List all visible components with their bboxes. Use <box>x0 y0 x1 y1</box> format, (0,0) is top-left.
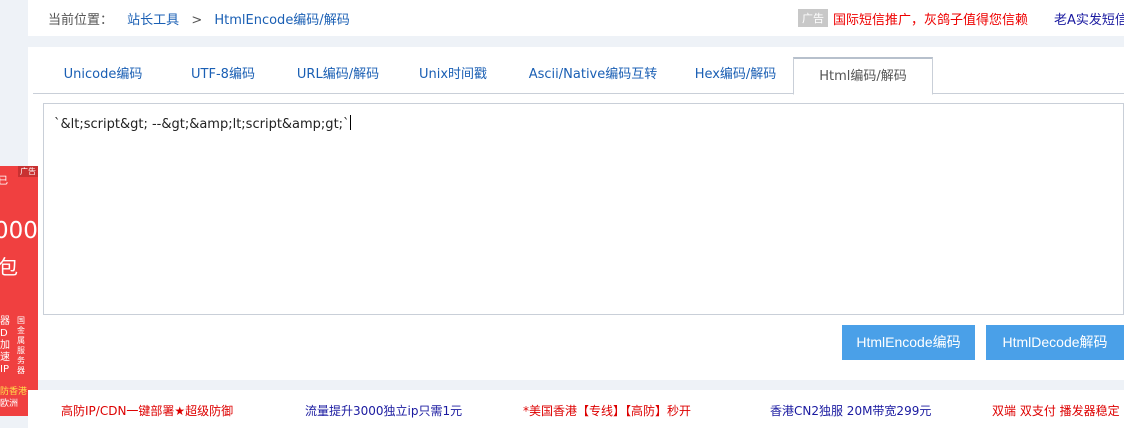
text-editor[interactable]: `&lt;script&gt; --&gt;&amp;lt;script&amp… <box>43 103 1124 315</box>
html-decode-button[interactable]: HtmlDecode解码 <box>986 325 1124 360</box>
tab-html[interactable]: Html编码/解码 <box>793 57 933 95</box>
tab-unicode[interactable]: Unicode编码 <box>38 57 168 94</box>
editor-content: `&lt;script&gt; --&gt;&amp;lt;script&amp… <box>54 117 350 132</box>
top-ad-link-2[interactable]: 老A实发短信 <box>1054 9 1124 28</box>
left-float-ad[interactable]: 广告 已 000 包 器 D 加 速 IP 国 金 属 服 务 器 防香港 欧洲 <box>0 166 38 416</box>
left-ad-bottom-text: 欧洲 <box>0 399 19 409</box>
top-ad-link-1[interactable]: 国际短信推广，灰鸽子值得您信赖 <box>833 9 1028 28</box>
bottom-ad-link[interactable]: *美国香港【专线】【高防】秒开 <box>523 402 691 419</box>
breadcrumb: 当前位置： 站长工具 > HtmlEncode编码/解码 <box>48 9 350 28</box>
html-encode-button[interactable]: HtmlEncode编码 <box>842 325 975 360</box>
bottom-ad-link[interactable]: 高防IP/CDN一键部署★超级防御 <box>61 402 233 419</box>
left-ad-top-text: 已 <box>0 176 8 187</box>
breadcrumb-current-link[interactable]: HtmlEncode编码/解码 <box>214 13 349 28</box>
breadcrumb-separator: > <box>191 13 203 28</box>
breadcrumb-bar: 当前位置： 站长工具 > HtmlEncode编码/解码 广告 国际短信推广，灰… <box>28 0 1124 36</box>
breadcrumb-label: 当前位置： <box>48 13 114 28</box>
tab-ascii-native[interactable]: Ascii/Native编码互转 <box>508 57 678 94</box>
bottom-ad-link[interactable]: 香港CN2独服 20M带宽299元 <box>770 402 931 419</box>
tab-bar: Unicode编码 UTF-8编码 URL编码/解码 Unix时间戳 Ascii… <box>33 57 1124 95</box>
tab-url[interactable]: URL编码/解码 <box>278 57 398 94</box>
tab-utf8[interactable]: UTF-8编码 <box>168 57 278 94</box>
bottom-ad-strip: 高防IP/CDN一键部署★超级防御 流量提升3000独立ip只需1元 *美国香港… <box>28 390 1124 428</box>
tool-panel: Unicode编码 UTF-8编码 URL编码/解码 Unix时间戳 Ascii… <box>28 47 1124 380</box>
bottom-ad-link[interactable]: 流量提升3000独立ip只需1元 <box>305 402 462 419</box>
left-ad-side-text-1: 器 D 加 速 IP <box>0 316 10 375</box>
text-caret <box>349 115 351 130</box>
left-ad-side-text-2: 国 金 属 服 务 器 <box>17 316 25 375</box>
left-ad-big-text: 000 <box>0 218 38 244</box>
left-ad-bag-text: 包 <box>0 255 18 279</box>
tab-hex[interactable]: Hex编码/解码 <box>678 57 793 94</box>
left-ad-badge: 广告 <box>18 166 38 177</box>
bottom-ad-link[interactable]: 双端 双支付 播发器稳定 <box>992 402 1120 419</box>
breadcrumb-home-link[interactable]: 站长工具 <box>127 13 179 28</box>
ad-tag: 广告 <box>798 9 828 27</box>
tab-unix[interactable]: Unix时间戳 <box>398 57 508 94</box>
